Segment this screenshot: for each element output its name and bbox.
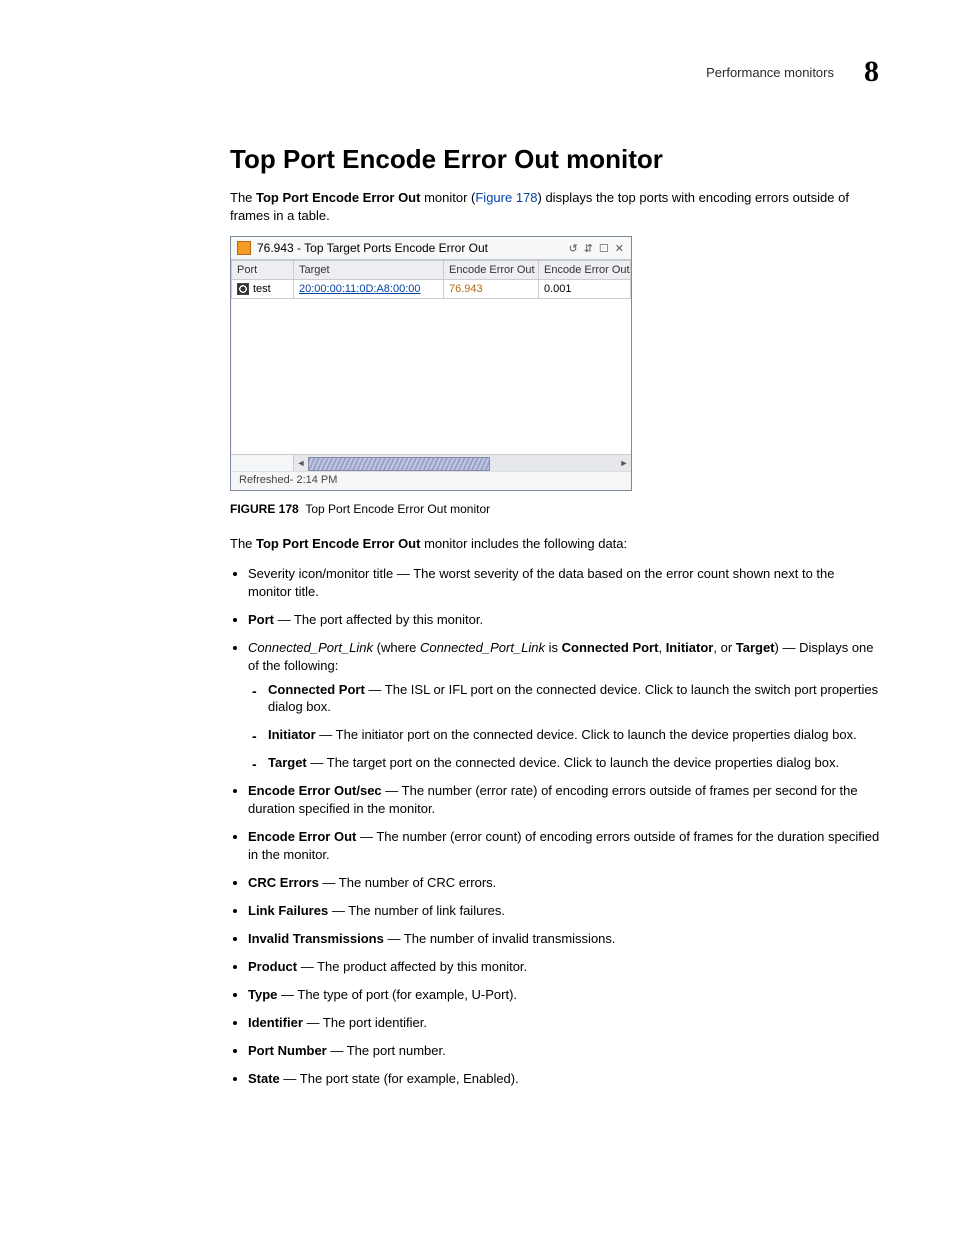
table-row[interactable]: test 20:00:00:11:0D:A8:00:00 76.943 0.00…: [232, 280, 631, 299]
port-type-icon: [237, 283, 249, 295]
port-cell: test: [253, 283, 271, 295]
table-empty-area: [231, 299, 631, 454]
list-item: Severity icon/monitor title — The worst …: [248, 565, 880, 601]
list-item: Type — The type of port (for example, U-…: [248, 986, 880, 1004]
col-target[interactable]: Target: [294, 261, 444, 280]
scroll-left-icon[interactable]: ◄: [294, 458, 308, 468]
field-description-list: Severity icon/monitor title — The worst …: [230, 565, 880, 1088]
monitor-titlebar: 76.943 - Top Target Ports Encode Error O…: [231, 237, 631, 260]
encode-error-rate-cell: 0.001: [539, 280, 631, 299]
list-item: Encode Error Out — The number (error cou…: [248, 828, 880, 864]
list-item: Identifier — The port identifier.: [248, 1014, 880, 1032]
list-item: Port — The port affected by this monitor…: [248, 611, 880, 629]
list-item: Port Number — The port number.: [248, 1042, 880, 1060]
list-item: CRC Errors — The number of CRC errors.: [248, 874, 880, 892]
severity-icon: [237, 241, 251, 255]
monitor-panel: 76.943 - Top Target Ports Encode Error O…: [230, 236, 632, 491]
list-item: Target — The target port on the connecte…: [268, 754, 880, 772]
list-item: Connected Port — The ISL or IFL port on …: [268, 681, 880, 717]
list-item: Initiator — The initiator port on the co…: [268, 726, 880, 744]
maximize-icon[interactable]: ☐: [598, 242, 610, 255]
collapse-icon[interactable]: ⇵: [583, 242, 594, 255]
list-item: Link Failures — The number of link failu…: [248, 902, 880, 920]
col-encode-error-rate[interactable]: Encode Error Out/sec: [539, 261, 631, 280]
sub-list: Connected Port — The ISL or IFL port on …: [248, 681, 880, 773]
figure-link[interactable]: Figure 178: [475, 190, 537, 205]
encode-error-out-cell: 76.943: [444, 280, 539, 299]
list-item: Invalid Transmissions — The number of in…: [248, 930, 880, 948]
target-link[interactable]: 20:00:00:11:0D:A8:00:00: [299, 283, 421, 295]
running-header: Performance monitors 8: [75, 55, 879, 89]
horizontal-scrollbar[interactable]: ◄ ►: [231, 454, 631, 471]
col-port[interactable]: Port: [232, 261, 294, 280]
figure-caption: FIGURE 178 Top Port Encode Error Out mon…: [230, 501, 880, 517]
running-header-label: Performance monitors: [706, 65, 834, 80]
scroll-thumb[interactable]: [308, 457, 490, 471]
monitor-title: 76.943 - Top Target Ports Encode Error O…: [257, 241, 488, 255]
monitor-table: Port Target Encode Error Out Encode Erro…: [231, 260, 631, 299]
intro-paragraph: The Top Port Encode Error Out monitor (F…: [230, 189, 880, 224]
chapter-number: 8: [864, 55, 879, 89]
list-item: State — The port state (for example, Ena…: [248, 1070, 880, 1088]
status-bar: Refreshed- 2:14 PM: [231, 471, 631, 490]
scroll-right-icon[interactable]: ►: [617, 458, 631, 468]
table-header-row: Port Target Encode Error Out Encode Erro…: [232, 261, 631, 280]
section-heading: Top Port Encode Error Out monitor: [230, 144, 880, 175]
list-item: Connected_Port_Link (where Connected_Por…: [248, 639, 880, 773]
lead-paragraph-2: The Top Port Encode Error Out monitor in…: [230, 535, 880, 553]
list-item: Product — The product affected by this m…: [248, 958, 880, 976]
close-icon[interactable]: ✕: [614, 242, 625, 255]
col-encode-error-out[interactable]: Encode Error Out: [444, 261, 539, 280]
refresh-icon[interactable]: ↺: [567, 242, 578, 255]
list-item: Encode Error Out/sec — The number (error…: [248, 782, 880, 818]
